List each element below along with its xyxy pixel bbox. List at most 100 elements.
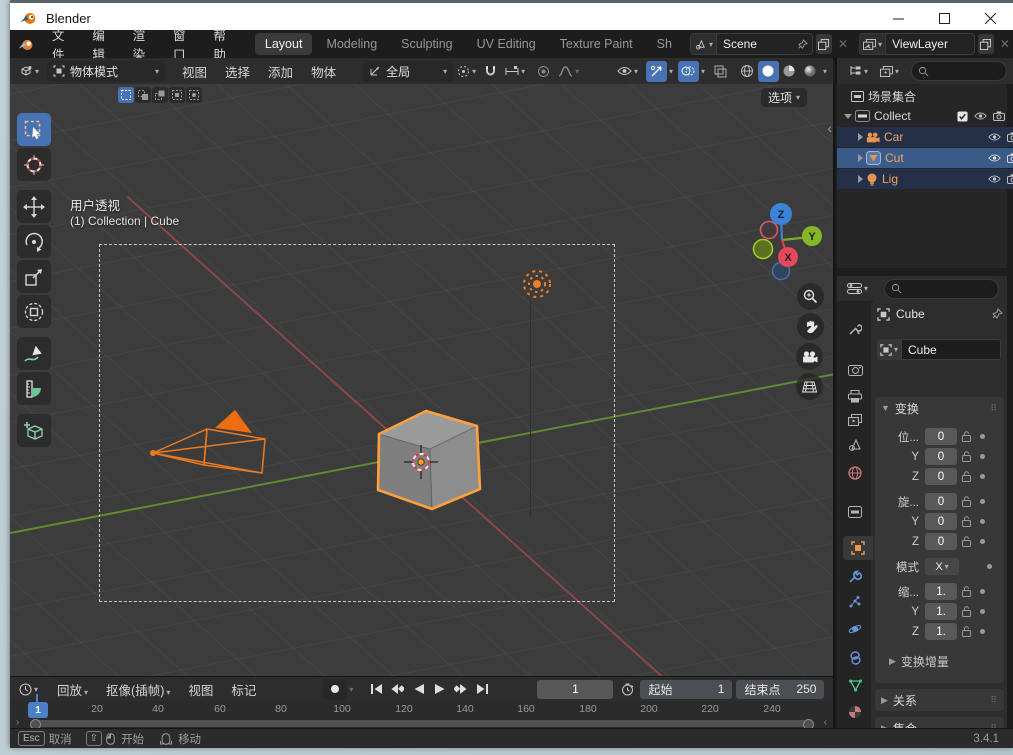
render-camera-icon[interactable] xyxy=(1007,153,1013,163)
overlays-dropdown-arrow[interactable]: ▾ xyxy=(701,67,705,76)
camera-view-button[interactable] xyxy=(796,343,823,370)
animate-dot[interactable] xyxy=(980,539,985,544)
animate-dot[interactable] xyxy=(980,454,985,459)
workspace-tab-layout[interactable]: Layout xyxy=(254,33,313,55)
sidebar-collapse-arrow[interactable]: ‹ xyxy=(827,120,832,136)
tab-world[interactable] xyxy=(841,461,869,485)
viewlayer-remove-button[interactable]: ✕ xyxy=(997,34,1013,54)
location-y-field[interactable]: 0 xyxy=(925,448,957,465)
animate-dot[interactable] xyxy=(980,629,985,634)
lock-icon[interactable] xyxy=(962,606,971,617)
animate-dot[interactable] xyxy=(987,564,992,569)
select-mode-extend-button[interactable] xyxy=(135,87,151,103)
tab-physics[interactable] xyxy=(841,617,869,641)
scrollbar-right-arrow[interactable]: ‹ xyxy=(824,717,827,728)
proportional-editing-toggle[interactable] xyxy=(533,61,554,82)
tab-collection-properties[interactable] xyxy=(841,500,869,524)
animate-dot[interactable] xyxy=(980,519,985,524)
jump-to-start-button[interactable] xyxy=(367,681,386,698)
pin-icon[interactable] xyxy=(797,38,808,50)
shading-material-button[interactable] xyxy=(779,61,800,82)
scene-selector[interactable]: ▾ Scene xyxy=(689,33,813,55)
timeline-ruler[interactable]: 20 40 60 80 100 120 140 160 180 200 220 … xyxy=(10,701,833,718)
rotation-z-field[interactable]: 0 xyxy=(925,533,957,550)
zoom-button[interactable] xyxy=(797,283,824,310)
properties-editor-type-button[interactable]: ▾ xyxy=(843,281,872,296)
mode-dropdown[interactable]: 物体模式 ▾ xyxy=(47,60,166,82)
snap-toggle[interactable] xyxy=(480,61,501,82)
menu-view-timeline[interactable]: 视图 xyxy=(179,677,222,702)
scale-x-field[interactable]: 1. xyxy=(925,583,957,600)
workspace-tab-sculpting[interactable]: Sculpting xyxy=(391,33,462,55)
pin-id-icon[interactable] xyxy=(991,308,1003,320)
proportional-falloff-dropdown[interactable]: ▾ xyxy=(554,64,583,79)
play-button[interactable] xyxy=(430,681,449,698)
rotation-x-field[interactable]: 0 xyxy=(925,493,957,510)
outliner-search-input[interactable] xyxy=(911,61,1007,81)
rotation-y-field[interactable]: 0 xyxy=(925,513,957,530)
workspace-tab-uvediting[interactable]: UV Editing xyxy=(467,33,546,55)
editor-type-button[interactable]: ▾ xyxy=(15,63,43,79)
menu-playback[interactable]: 回放 ▾ xyxy=(48,677,97,702)
next-keyframe-button[interactable] xyxy=(451,681,470,698)
previous-keyframe-button[interactable] xyxy=(388,681,407,698)
breadcrumb-object-name[interactable]: Cube xyxy=(896,307,925,321)
annotate-tool[interactable] xyxy=(17,337,51,370)
workspace-tab-modeling[interactable]: Modeling xyxy=(316,33,387,55)
tab-object-data[interactable] xyxy=(841,673,869,697)
viewlayer-name[interactable]: ViewLayer xyxy=(886,37,954,51)
minimize-button[interactable] xyxy=(875,3,921,33)
xray-toggle[interactable] xyxy=(710,61,731,82)
transform-orientation-dropdown[interactable]: 全局 ▾ xyxy=(363,60,454,82)
select-mode-subtract-button[interactable] xyxy=(152,87,168,103)
tab-object[interactable] xyxy=(843,536,873,560)
scale-z-field[interactable]: 1. xyxy=(925,623,957,640)
menu-markers[interactable]: 标记 xyxy=(222,677,265,702)
transform-panel-header[interactable]: ▼ 变换 ⠿ xyxy=(875,397,1004,419)
hide-eye-icon[interactable] xyxy=(988,153,1001,163)
menu-select[interactable]: 选择 xyxy=(216,59,259,84)
scale-y-field[interactable]: 1. xyxy=(925,603,957,620)
collection-expand-icon[interactable] xyxy=(844,113,852,119)
animate-dot[interactable] xyxy=(980,474,985,479)
hide-eye-icon[interactable] xyxy=(988,174,1001,184)
playhead[interactable]: 1 xyxy=(28,702,48,718)
pivot-point-dropdown[interactable]: ▾ xyxy=(453,63,480,80)
timeline-scrollbar[interactable] xyxy=(30,719,814,730)
tab-modifiers[interactable] xyxy=(841,565,869,589)
measure-tool[interactable] xyxy=(17,372,51,405)
render-camera-icon[interactable] xyxy=(1007,132,1013,142)
animate-dot[interactable] xyxy=(980,589,985,594)
object-id-icon-button[interactable]: ▾ xyxy=(877,339,902,360)
pan-button[interactable] xyxy=(797,313,824,340)
tab-material[interactable] xyxy=(841,700,869,724)
collection-row[interactable]: Collect xyxy=(837,106,1011,126)
tab-output[interactable] xyxy=(841,384,869,408)
transform-tool[interactable] xyxy=(17,295,51,328)
outliner-display-mode-button[interactable]: ▾ xyxy=(876,64,903,79)
rotation-mode-dropdown[interactable]: X ▾ xyxy=(925,558,959,575)
viewlayer-selector[interactable]: ▾ ViewLayer xyxy=(859,33,975,55)
scene-unlink-button[interactable]: ✕ xyxy=(835,34,851,54)
use-preview-range-icon[interactable] xyxy=(621,683,634,696)
move-tool[interactable] xyxy=(17,190,51,223)
menu-keying[interactable]: 抠像(插帧) ▾ xyxy=(97,677,179,702)
shading-solid-button[interactable] xyxy=(757,60,779,82)
play-reverse-button[interactable] xyxy=(409,681,428,698)
workspace-tab-texturepaint[interactable]: Texture Paint xyxy=(550,33,643,55)
select-mode-invert-button[interactable] xyxy=(169,87,185,103)
rotate-tool[interactable] xyxy=(17,225,51,258)
scene-name[interactable]: Scene xyxy=(717,37,763,51)
lock-icon[interactable] xyxy=(962,586,971,597)
hide-eye-icon[interactable] xyxy=(988,132,1001,142)
frame-end-field[interactable]: 结束点 250 xyxy=(736,679,825,699)
lock-icon[interactable] xyxy=(962,536,971,547)
options-button[interactable]: 选项 ▾ xyxy=(760,88,807,107)
render-camera-icon[interactable] xyxy=(1007,174,1013,184)
hide-eye-icon[interactable] xyxy=(974,111,987,121)
collections-panel[interactable]: ▶集合⠿ xyxy=(875,717,1004,728)
animate-dot[interactable] xyxy=(980,434,985,439)
jump-to-end-button[interactable] xyxy=(472,681,491,698)
cursor-tool[interactable] xyxy=(17,148,51,181)
tab-particles[interactable] xyxy=(841,590,869,614)
